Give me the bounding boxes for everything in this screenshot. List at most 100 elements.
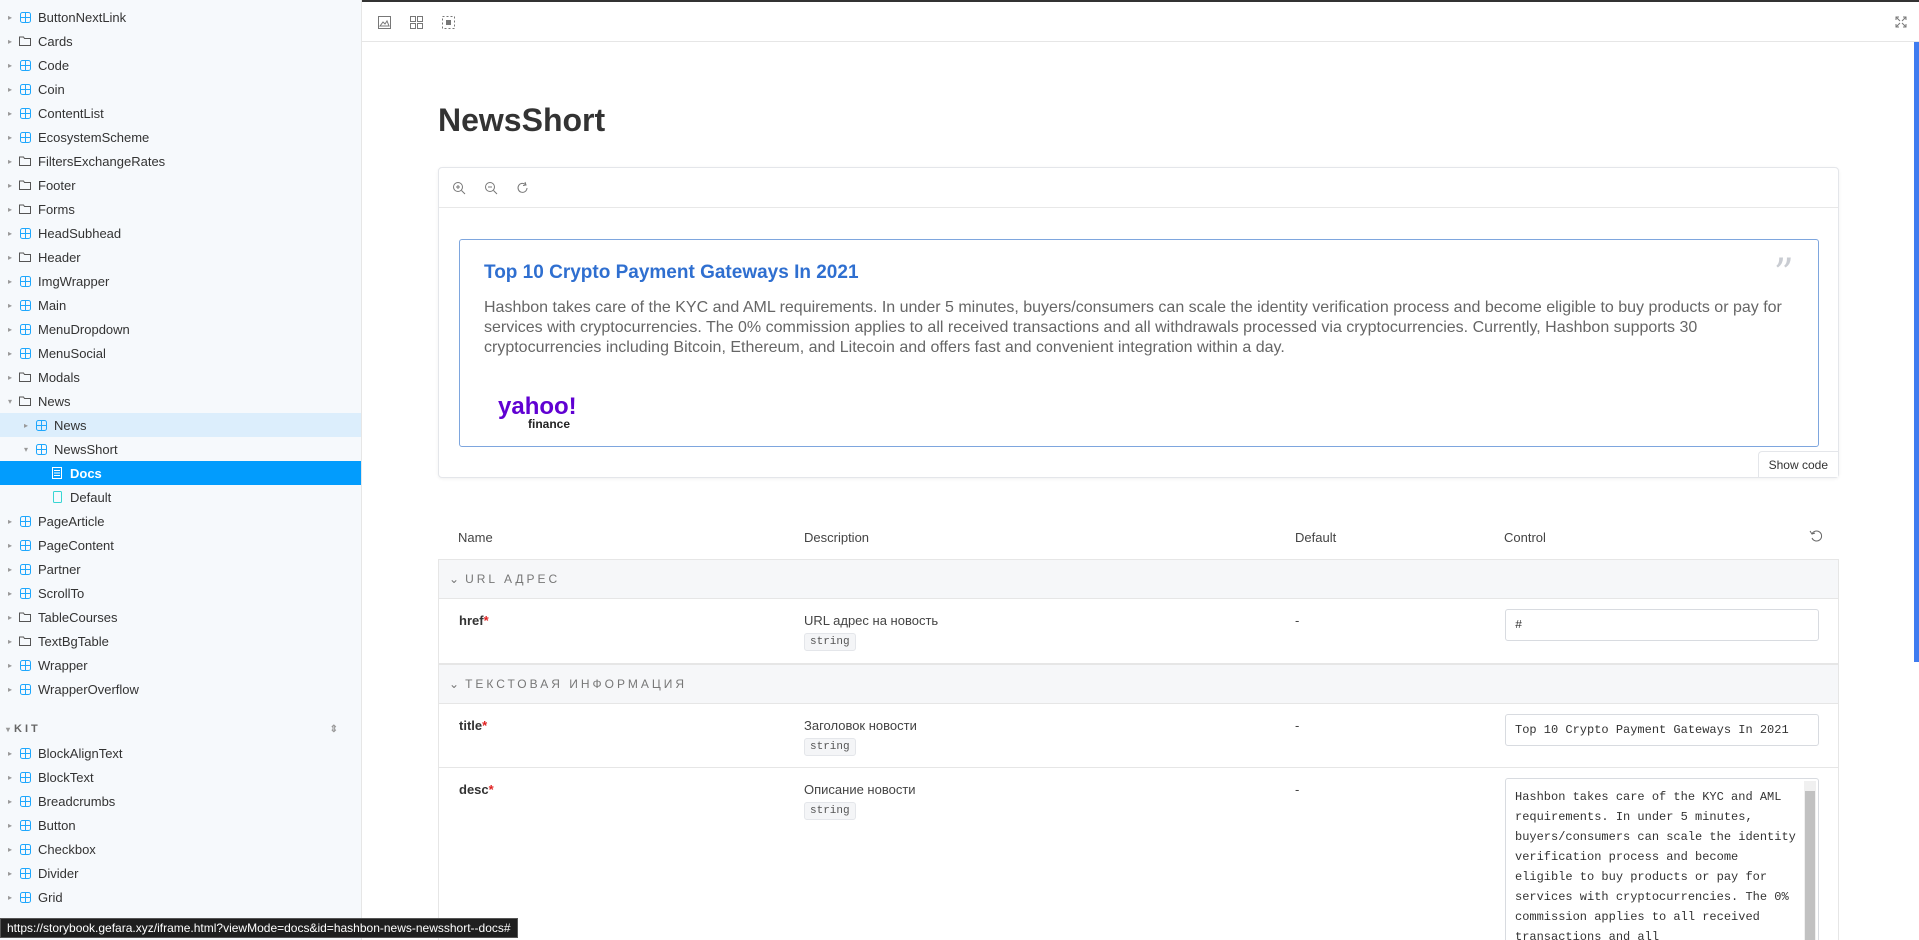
sidebar-item-newsshort[interactable]: ▾ NewsShort	[0, 437, 361, 461]
sidebar-item-label: Partner	[38, 561, 81, 577]
sidebar-item-news[interactable]: ▾ News	[0, 389, 361, 413]
sidebar-item-partner[interactable]: ▸ Partner	[0, 557, 361, 581]
sidebar-item-docs[interactable]: Docs	[0, 461, 361, 485]
sidebar-item-default[interactable]: Default	[0, 485, 361, 509]
sidebar-item-label: Breadcrumbs	[38, 793, 116, 809]
sidebar-item-contentlist[interactable]: ▸ ContentList	[0, 101, 361, 125]
chevron-right-icon: ▸	[7, 348, 12, 358]
svg-text:yahoo!: yahoo!	[498, 393, 577, 420]
sidebar-item-label: Forms	[38, 201, 75, 217]
chevron-down-icon: ▾	[7, 396, 12, 406]
reset-controls-icon[interactable]	[1809, 529, 1823, 546]
sidebar-item-blockaligntext[interactable]: ▸ BlockAlignText	[0, 741, 361, 765]
sidebar-item-label: Docs	[70, 465, 102, 481]
reset-zoom-icon[interactable]	[515, 180, 531, 196]
arg-group-label: URL АДРЕС	[465, 572, 561, 586]
sidebar-item-label: Button	[38, 817, 76, 833]
sidebar-item-ecosystemscheme[interactable]: ▸ EcosystemScheme	[0, 125, 361, 149]
sidebar-item-main[interactable]: ▸ Main	[0, 293, 361, 317]
table-row: href* URL адрес на новость string - #	[438, 599, 1839, 664]
sidebar-item-pagecontent[interactable]: ▸ PageContent	[0, 533, 361, 557]
component-icon	[18, 818, 32, 832]
sidebar-item-blocktext[interactable]: ▸ BlockText	[0, 765, 361, 789]
folder-icon	[18, 370, 32, 384]
sidebar-item-label: ScrollTo	[38, 585, 85, 601]
sidebar-section-kit[interactable]: ▾ KIT ⇕	[0, 717, 361, 741]
arg-group-text-info[interactable]: ⌄ ТЕКСТОВАЯ ИНФОРМАЦИЯ	[438, 664, 1839, 704]
title-input[interactable]: Top 10 Crypto Payment Gateways In 2021	[1505, 714, 1819, 746]
textarea-scrollbar[interactable]	[1804, 781, 1816, 940]
chevron-right-icon: ▸	[7, 12, 12, 22]
grid-icon[interactable]	[408, 14, 424, 30]
sidebar-item-menusocial[interactable]: ▸ MenuSocial	[0, 341, 361, 365]
sidebar-item-button[interactable]: ▸ Button	[0, 813, 361, 837]
zoom-in-icon[interactable]	[451, 180, 467, 196]
show-code-button[interactable]: Show code	[1757, 451, 1838, 477]
sidebar-item-textbgtable[interactable]: ▸ TextBgTable	[0, 629, 361, 653]
chevron-right-icon: ▸	[7, 868, 12, 878]
sidebar-item-footer[interactable]: ▸ Footer	[0, 173, 361, 197]
sidebar-item-filtersexchangerates[interactable]: ▸ FiltersExchangeRates	[0, 149, 361, 173]
sidebar-item-wrapperoverflow[interactable]: ▸ WrapperOverflow	[0, 677, 361, 701]
arg-description: Описание новости	[804, 782, 916, 797]
sidebar-item-grid[interactable]: ▸ Grid	[0, 885, 361, 909]
sidebar-item-scrollto[interactable]: ▸ ScrollTo	[0, 581, 361, 605]
sidebar-item-label: ContentList	[38, 105, 104, 121]
outline-icon[interactable]	[440, 14, 456, 30]
chevron-right-icon: ▸	[7, 180, 12, 190]
sidebar-item-code[interactable]: ▸ Code	[0, 53, 361, 77]
component-icon	[18, 770, 32, 784]
chevron-right-icon: ▸	[7, 204, 12, 214]
preview-toolbar	[439, 168, 1838, 208]
yahoo-finance-logo: yahoo! finance	[498, 392, 588, 432]
sidebar-item-forms[interactable]: ▸ Forms	[0, 197, 361, 221]
sidebar-item-breadcrumbs[interactable]: ▸ Breadcrumbs	[0, 789, 361, 813]
expand-collapse-icon[interactable]: ⇕	[330, 724, 338, 735]
page-scrollbar[interactable]	[1914, 42, 1919, 662]
chevron-right-icon: ▸	[7, 636, 12, 646]
href-input[interactable]: #	[1505, 609, 1819, 641]
sidebar-item-modals[interactable]: ▸ Modals	[0, 365, 361, 389]
sidebar-item-label: Footer	[38, 177, 76, 193]
folder-icon	[18, 202, 32, 216]
sidebar-item-headsubhead[interactable]: ▸ HeadSubhead	[0, 221, 361, 245]
chevron-right-icon: ▸	[7, 540, 12, 550]
sidebar-item-menudropdown[interactable]: ▸ MenuDropdown	[0, 317, 361, 341]
sidebar-item-imgwrapper[interactable]: ▸ ImgWrapper	[0, 269, 361, 293]
sidebar-item-buttonnextlink[interactable]: ▸ ButtonNextLink	[0, 5, 361, 29]
news-card[interactable]: Top 10 Crypto Payment Gateways In 2021 ”…	[459, 239, 1819, 447]
sidebar-item-label: Code	[38, 57, 70, 73]
sidebar-item-divider[interactable]: ▸ Divider	[0, 861, 361, 885]
sidebar-item-label: BlockAlignText	[38, 745, 123, 761]
fullscreen-icon[interactable]	[1893, 14, 1909, 30]
sidebar-item-news[interactable]: ▸ News	[0, 413, 361, 437]
component-icon	[18, 274, 32, 288]
sidebar-item-pagearticle[interactable]: ▸ PageArticle	[0, 509, 361, 533]
col-header-control: Control	[1504, 530, 1546, 545]
chevron-down-icon: ▾	[23, 444, 28, 454]
image-icon[interactable]	[376, 14, 392, 30]
arg-group-url[interactable]: ⌄ URL АДРЕС	[438, 559, 1839, 599]
desc-textarea[interactable]: Hashbon takes care of the KYC and AML re…	[1505, 778, 1819, 940]
document-icon	[50, 466, 64, 480]
sidebar-item-label: WrapperOverflow	[38, 681, 139, 697]
sidebar-item-checkbox[interactable]: ▸ Checkbox	[0, 837, 361, 861]
chevron-right-icon: ▸	[7, 60, 12, 70]
component-icon	[18, 58, 32, 72]
sidebar-item-label: FiltersExchangeRates	[38, 153, 166, 169]
sidebar-item-tablecourses[interactable]: ▸ TableCourses	[0, 605, 361, 629]
zoom-out-icon[interactable]	[483, 180, 499, 196]
news-title[interactable]: Top 10 Crypto Payment Gateways In 2021	[484, 262, 859, 284]
type-badge: string	[804, 633, 856, 651]
sidebar-item-cards[interactable]: ▸ Cards	[0, 29, 361, 53]
sidebar-item-coin[interactable]: ▸ Coin	[0, 77, 361, 101]
component-icon	[18, 346, 32, 360]
chevron-right-icon: ▸	[7, 252, 12, 262]
sidebar-item-wrapper[interactable]: ▸ Wrapper	[0, 653, 361, 677]
sidebar-item-label: Cards	[38, 33, 73, 49]
sidebar-item-header[interactable]: ▸ Header	[0, 245, 361, 269]
chevron-right-icon: ▸	[7, 772, 12, 782]
component-icon	[34, 442, 48, 456]
story-icon	[50, 490, 64, 504]
arg-name: href*	[459, 613, 489, 628]
